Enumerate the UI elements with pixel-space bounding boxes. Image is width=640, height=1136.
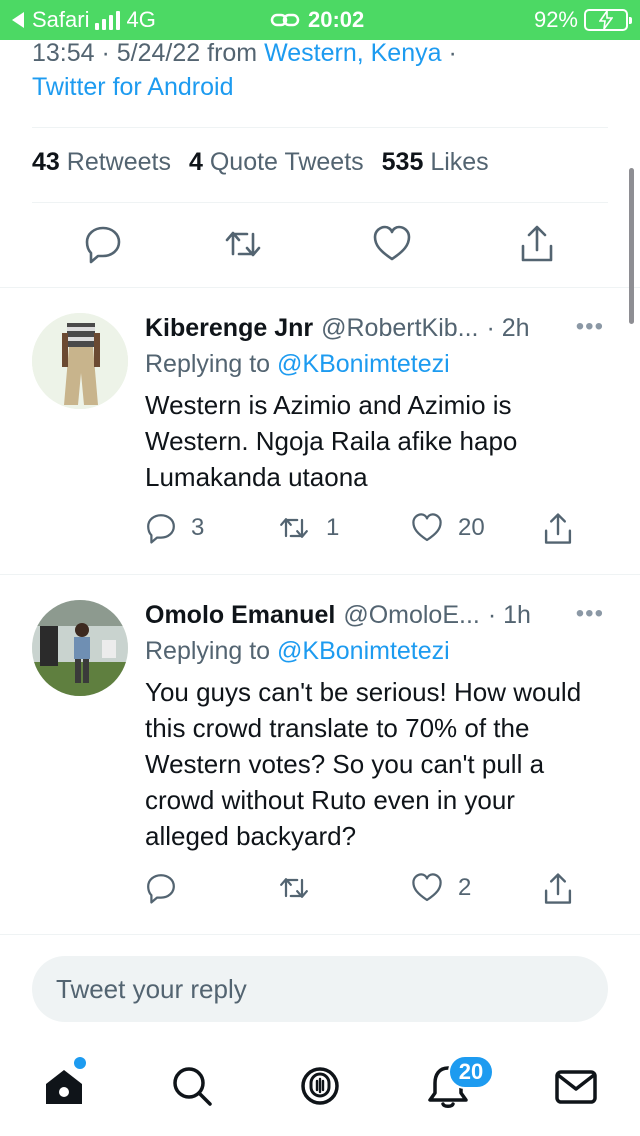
replying-to: Replying to @KBonimtetezi (145, 345, 605, 383)
status-right: 92% (533, 7, 632, 33)
reply-header: Omolo Emanuel @OmoloE... · 1h (145, 598, 605, 632)
replying-handle[interactable]: @KBonimtetezi (277, 637, 450, 665)
spaces-icon[interactable] (296, 1062, 344, 1110)
reply-actions: 2 (0, 872, 640, 912)
reply-icon (147, 514, 175, 544)
link-icon (270, 13, 300, 27)
share-icon (544, 873, 572, 904)
more-options-icon[interactable]: ••• (576, 313, 604, 341)
battery-icon (584, 9, 632, 31)
notifications-badge: 20 (448, 1055, 494, 1089)
back-arrow-icon (12, 12, 24, 28)
messages-icon[interactable] (552, 1062, 600, 1110)
like-icon (412, 873, 442, 902)
avatar[interactable] (32, 600, 128, 696)
avatar-image (32, 313, 128, 409)
reply-input[interactable] (56, 956, 576, 1022)
charging-bolt-icon (599, 11, 613, 29)
tweet-timestamp: 13:54 · 5/24/22 from (32, 39, 258, 67)
retweets-stat[interactable]: 43 Retweets (32, 148, 171, 177)
like-icon[interactable] (372, 224, 412, 264)
avatar[interactable] (32, 313, 128, 409)
tweet-actions (0, 224, 640, 268)
replying-prefix: Replying to (145, 637, 271, 665)
more-options-icon[interactable]: ••• (576, 600, 604, 628)
retweet-count: 1 (326, 514, 340, 541)
reply-time: · 2h (486, 314, 530, 342)
like-button[interactable]: 20 (410, 512, 485, 544)
reply-actions: 3 1 20 (0, 512, 640, 552)
replying-handle[interactable]: @KBonimtetezi (277, 350, 450, 378)
divider (0, 287, 640, 288)
reply-text: Western is Azimio and Azimio is Western.… (145, 390, 518, 492)
author-name[interactable]: Omolo Emanuel (145, 598, 335, 632)
quote-label: Quote Tweets (209, 148, 364, 176)
likes-label: Likes (430, 148, 489, 176)
reply-count: 3 (191, 514, 205, 541)
reply-body: Kiberenge Jnr @RobertKib... · 2h Replyin… (145, 311, 605, 495)
network-label: 4G (126, 7, 156, 32)
like-count: 2 (458, 874, 472, 901)
author-handle[interactable]: @RobertKib... (321, 311, 478, 345)
share-button[interactable] (541, 512, 575, 546)
status-bar: Safari 4G 20:02 92% (0, 0, 640, 40)
retweet-icon (280, 878, 308, 898)
tweet-stats: 43 Retweets 4 Quote Tweets 535 Likes (32, 148, 489, 177)
reply-header: Kiberenge Jnr @RobertKib... · 2h (145, 311, 605, 345)
reply-text: You guys can't be serious! How would thi… (145, 677, 582, 851)
divider (32, 202, 608, 203)
back-app-label: Safari (32, 7, 90, 32)
divider (32, 127, 608, 128)
bottom-nav (0, 1040, 640, 1136)
clock: 20:02 (308, 7, 365, 32)
retweets-label: Retweets (66, 148, 171, 176)
share-icon[interactable] (517, 224, 557, 264)
quote-tweets-stat[interactable]: 4 Quote Tweets (189, 148, 364, 177)
like-count: 20 (458, 514, 485, 541)
tweet-meta: 13:54 · 5/24/22 from Western, Kenya · Tw… (32, 36, 608, 104)
status-center: 20:02 (270, 7, 364, 33)
reply-icon (147, 874, 175, 904)
scrollbar[interactable] (629, 168, 634, 324)
like-button[interactable]: 2 (410, 872, 471, 904)
reply-composer[interactable] (32, 956, 608, 1022)
retweet-icon (280, 518, 308, 538)
home-icon[interactable] (40, 1062, 88, 1110)
replying-to: Replying to @KBonimtetezi (145, 632, 605, 670)
divider (0, 574, 640, 575)
like-icon (412, 513, 442, 542)
share-button[interactable] (541, 872, 575, 906)
retweet-button[interactable] (276, 872, 326, 904)
share-icon (544, 513, 572, 544)
reply-body: Omolo Emanuel @OmoloE... · 1h Replying t… (145, 598, 605, 854)
reply-button[interactable] (145, 872, 191, 904)
author-handle[interactable]: @OmoloE... (343, 598, 480, 632)
status-left[interactable]: Safari 4G (10, 7, 156, 33)
reply-time: · 1h (487, 601, 531, 629)
battery-percent: 92% (533, 7, 578, 32)
quote-count: 4 (188, 148, 203, 176)
likes-count: 535 (381, 148, 424, 176)
retweets-count: 43 (32, 148, 60, 176)
meta-separator: · (448, 39, 457, 67)
signal-icon (95, 10, 121, 30)
author-name[interactable]: Kiberenge Jnr (145, 311, 313, 345)
reply-icon[interactable] (83, 224, 123, 264)
replying-prefix: Replying to (145, 350, 271, 378)
retweet-icon[interactable] (223, 224, 263, 264)
home-new-dot (74, 1057, 86, 1069)
retweet-button[interactable]: 1 (276, 512, 339, 544)
reply-button[interactable]: 3 (145, 512, 204, 544)
divider (0, 934, 640, 935)
tweet-client[interactable]: Twitter for Android (32, 73, 233, 101)
tweet-location[interactable]: Western, Kenya (264, 39, 441, 67)
avatar-image (32, 600, 128, 696)
search-icon[interactable] (168, 1062, 216, 1110)
likes-stat[interactable]: 535 Likes (382, 148, 489, 177)
